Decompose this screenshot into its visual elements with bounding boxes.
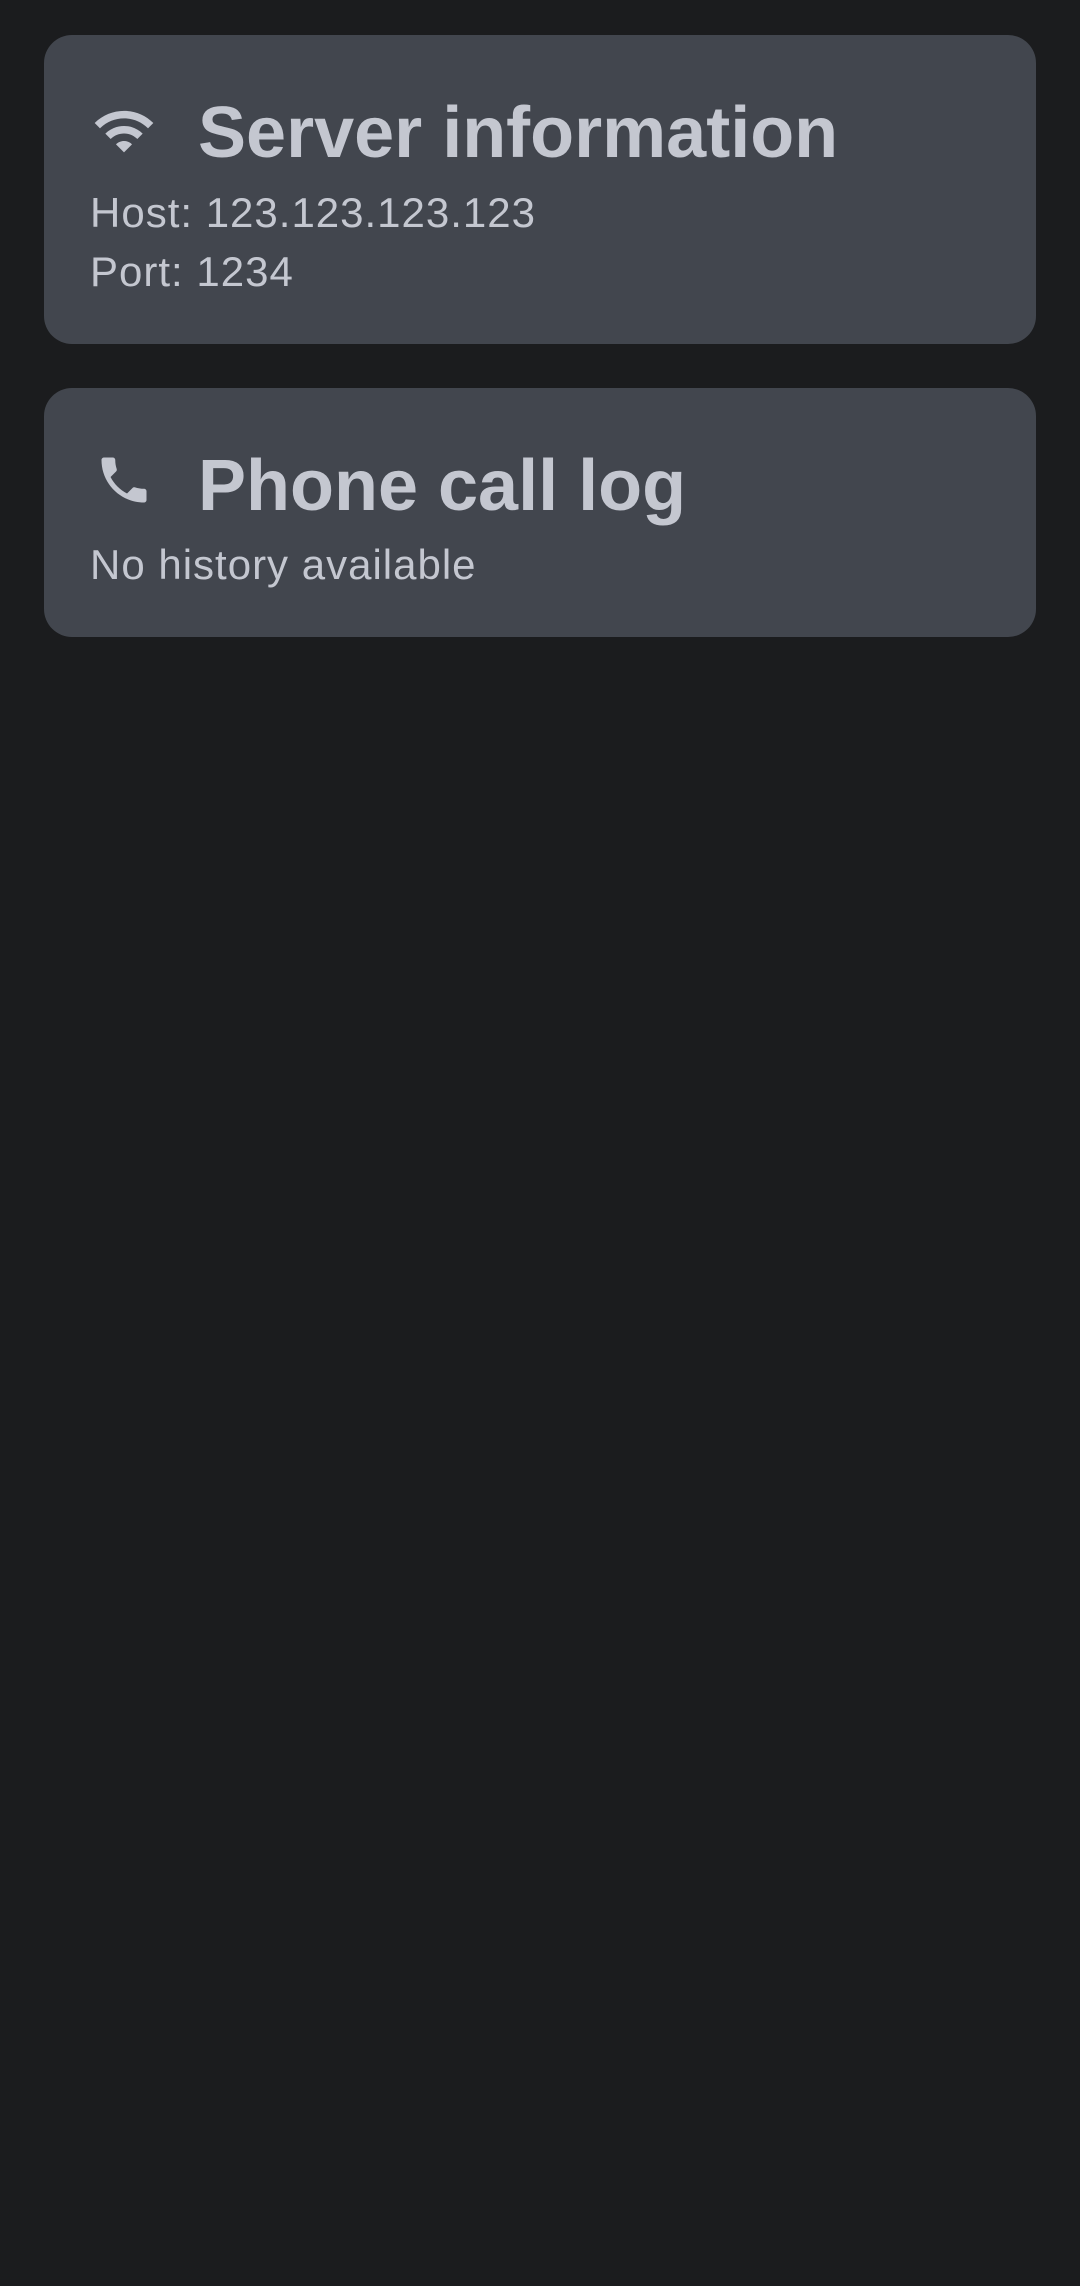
wifi-icon <box>88 95 160 167</box>
server-host-text: Host: 123.123.123.123 <box>90 189 537 236</box>
server-information-title: Server information <box>198 93 839 173</box>
phone-icon <box>88 444 160 516</box>
server-port-text: Port: 1234 <box>90 248 294 295</box>
call-log-empty-text: No history available <box>90 541 477 588</box>
server-information-card: Server information Host: 123.123.123.123… <box>44 35 1036 344</box>
phone-call-log-title: Phone call log <box>198 446 687 526</box>
phone-call-log-card: Phone call log No history available <box>44 388 1036 637</box>
